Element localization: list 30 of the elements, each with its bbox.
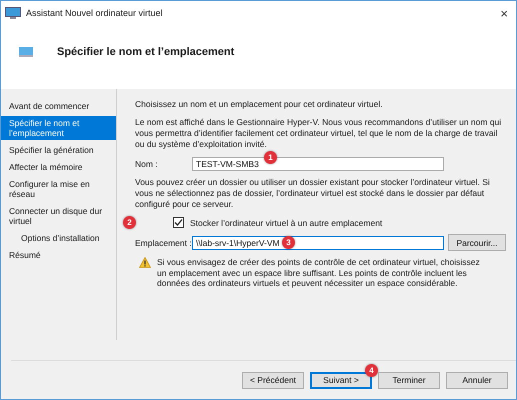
step-badge: 2 [123, 216, 136, 229]
intro-text: Choisissez un nom et un emplacement pour cet ordinateur virtuel. [135, 99, 384, 110]
monitor-icon [19, 47, 33, 57]
wizard-button[interactable]: Annuler [446, 372, 508, 388]
sidebar-item[interactable]: Configurer la mise en réseau [1, 177, 116, 201]
sidebar-item[interactable]: Connecter un disque dur virtuel [1, 204, 116, 228]
folder-help-text: Vous pouvez créer un dossier ou utiliser un dossier existant pour stocker l’ordinateur virtuel. Si vous ne sélectionnez pas de dossier, l’ordinateur virtuel est stocké dans le dossier par défaut configuré pour ce serveur. [135, 177, 491, 210]
step-badge: 1 [264, 151, 277, 164]
name-help-text: Le nom est affiché dans le Gestionnaire Hyper-V. Nous vous recommandons d’utiliser un nom qui vous permettra d’identifier facilement cet ordinateur virtuel, tel que le nom de la charge de travail ou du système d’exploitation invité. [135, 117, 502, 150]
sidebar-item[interactable]: Résumé [1, 248, 116, 262]
browse-button[interactable]: Parcourir... [448, 234, 506, 251]
sidebar-item[interactable]: Affecter la mémoire [1, 160, 116, 174]
wizard-button[interactable]: Terminer [378, 372, 440, 388]
page-title: Spécifier le nom et l’emplacement [57, 46, 234, 58]
wizard-button[interactable]: Suivant > [310, 372, 372, 388]
window-title: Assistant Nouvel ordinateur virtuel [26, 8, 164, 18]
warning-text: Si vous envisagez de créer des points de contrôle de cet ordinateur virtuel, choisissez un emplacement avec un espace libre suffisant. Les points de contrôle incluent les données des ordinateurs virtuels et peuvent nécessiter un espace considérable. [157, 257, 481, 288]
step-badge: 4 [365, 364, 378, 376]
sidebar-item[interactable]: Spécifier le nom et l’emplacement [1, 116, 116, 140]
close-button[interactable]: × [500, 6, 508, 20]
sidebar-item[interactable]: Options d’installation [1, 231, 116, 245]
warning-icon [139, 257, 151, 268]
location-label: Emplacement : [135, 238, 192, 248]
monitor-icon [5, 7, 21, 19]
wizard-button[interactable]: < Précédent [242, 372, 304, 388]
sidebar-item[interactable]: Avant de commencer [1, 99, 116, 113]
name-label: Nom : [135, 159, 159, 169]
checkbox-label: Stocker l’ordinateur virtuel à un autre emplacement [190, 218, 382, 228]
checkbox[interactable] [173, 217, 184, 228]
sidebar-item[interactable]: Spécifier la génération [1, 143, 116, 157]
